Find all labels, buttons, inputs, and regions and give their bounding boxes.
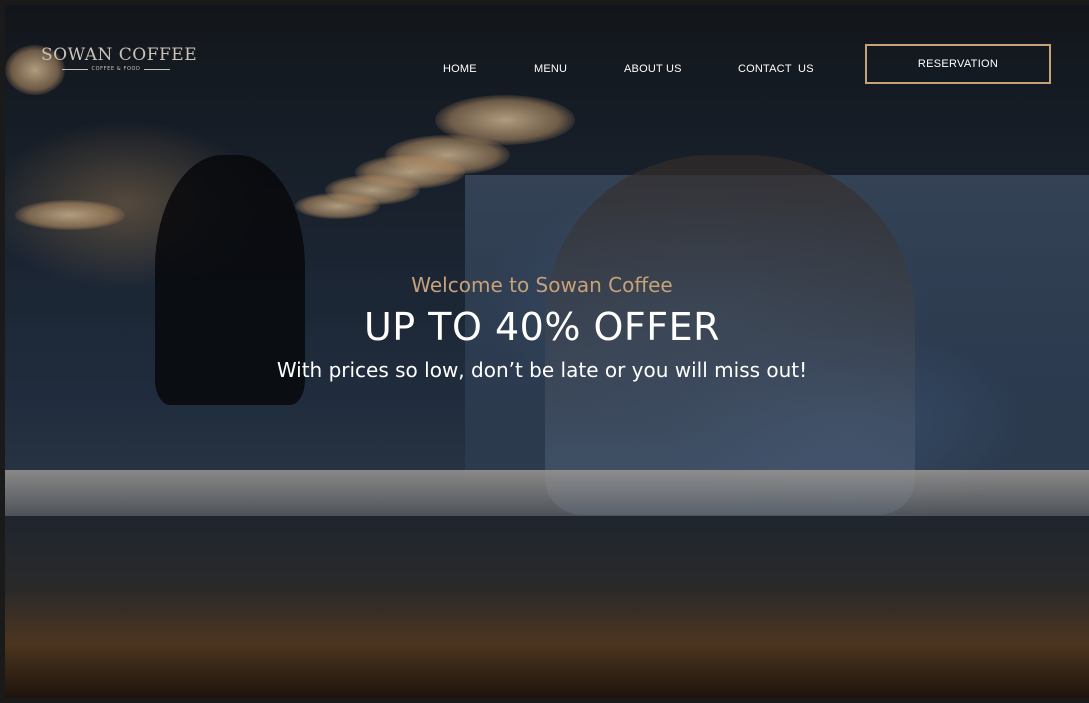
brand-tagline: COFFEE & FOOD [91, 66, 141, 72]
nav-home[interactable]: HOME [443, 63, 477, 75]
brand-name: SOWAN COFFEE [41, 45, 198, 65]
divider [144, 68, 171, 70]
reservation-button[interactable]: RESERVATION [865, 44, 1051, 84]
page-frame: SOWAN COFFEE COFFEE & FOOD HOME MENU ABO… [0, 0, 1089, 703]
nav-about-us[interactable]: ABOUT US [624, 63, 682, 75]
offer-headline: UP TO 40% OFFER [363, 305, 721, 349]
brand-logo[interactable]: SOWAN COFFEE COFFEE & FOOD [41, 45, 198, 72]
welcome-text: Welcome to Sowan Coffee [411, 273, 673, 297]
hero-background-image: SOWAN COFFEE COFFEE & FOOD HOME MENU ABO… [5, 5, 1089, 698]
nav-menu[interactable]: MENU [534, 63, 567, 75]
offer-subheadline: With prices so low, don’t be late or you… [276, 358, 808, 382]
divider [61, 68, 88, 70]
brand-tagline-row: COFFEE & FOOD [41, 66, 191, 72]
nav-contact-us[interactable]: CONTACT US [738, 63, 814, 75]
dark-overlay [5, 5, 1089, 698]
